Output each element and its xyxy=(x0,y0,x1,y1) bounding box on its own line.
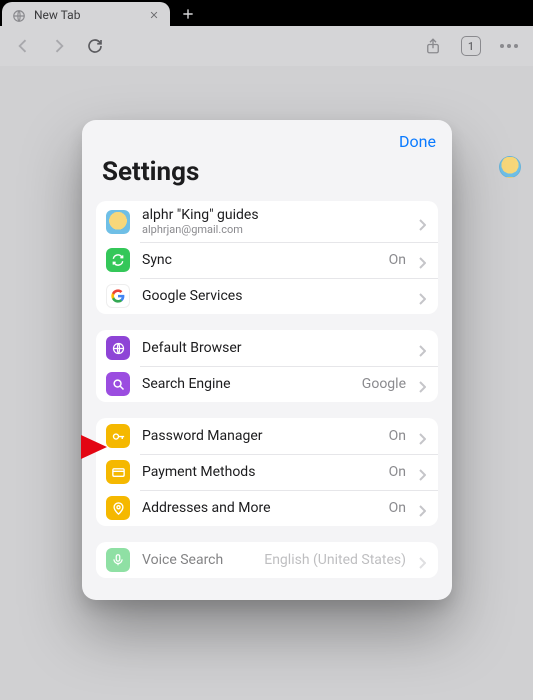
settings-group-more: Voice Search English (United States) xyxy=(96,542,438,578)
tab-title: New Tab xyxy=(34,8,140,22)
row-label: Payment Methods xyxy=(142,464,377,480)
chevron-right-icon xyxy=(418,554,426,566)
profile-avatar-icon xyxy=(106,210,130,234)
google-icon xyxy=(106,284,130,308)
chevron-right-icon xyxy=(418,378,426,390)
row-label: Google Services xyxy=(142,288,406,304)
pin-icon xyxy=(106,496,130,520)
row-label: Voice Search xyxy=(142,552,252,568)
row-google-services[interactable]: Google Services xyxy=(96,278,438,314)
browser-tab-active[interactable]: New Tab xyxy=(2,2,170,28)
back-button[interactable] xyxy=(12,35,34,57)
row-sync[interactable]: Sync On xyxy=(96,242,438,278)
forward-button[interactable] xyxy=(48,35,70,57)
mic-icon xyxy=(106,548,130,572)
row-value: On xyxy=(389,252,406,268)
row-label: Password Manager xyxy=(142,428,377,444)
row-voice-search[interactable]: Voice Search English (United States) xyxy=(96,542,438,578)
browser-tab-strip: New Tab xyxy=(0,0,533,28)
credit-card-icon xyxy=(106,460,130,484)
row-default-browser[interactable]: Default Browser xyxy=(96,330,438,366)
new-tab-button[interactable] xyxy=(176,2,200,26)
done-button[interactable]: Done xyxy=(399,132,436,151)
more-button[interactable] xyxy=(497,34,521,58)
close-icon[interactable] xyxy=(148,9,160,21)
key-icon xyxy=(106,424,130,448)
modal-title: Settings xyxy=(82,151,452,201)
chevron-right-icon xyxy=(418,430,426,442)
row-password-manager[interactable]: Password Manager On xyxy=(96,418,438,454)
row-label: Addresses and More xyxy=(142,500,377,516)
globe-square-icon xyxy=(106,336,130,360)
chevron-right-icon xyxy=(418,342,426,354)
row-label: Sync xyxy=(142,252,377,268)
settings-group-browser: Default Browser Search Engine Google xyxy=(96,330,438,402)
chevron-right-icon xyxy=(418,254,426,266)
browser-toolbar: 1 xyxy=(0,26,533,66)
settings-group-account: alphr "King" guides alphrjan@gmail.com S… xyxy=(96,201,438,314)
globe-icon xyxy=(12,8,26,22)
search-icon xyxy=(106,372,130,396)
row-search-engine[interactable]: Search Engine Google xyxy=(96,366,438,402)
row-value: On xyxy=(389,500,406,516)
modal-header: Done xyxy=(82,120,452,151)
settings-modal: Done Settings alphr "King" guides alphrj… xyxy=(82,120,452,600)
row-value: On xyxy=(389,428,406,444)
sync-icon xyxy=(106,248,130,272)
chevron-right-icon xyxy=(418,290,426,302)
row-value: On xyxy=(389,464,406,480)
share-button[interactable] xyxy=(421,34,445,58)
account-name: alphr "King" guides xyxy=(142,207,406,223)
row-payment-methods[interactable]: Payment Methods On xyxy=(96,454,438,490)
row-value: English (United States) xyxy=(264,552,406,568)
tabs-button[interactable]: 1 xyxy=(459,34,483,58)
row-addresses[interactable]: Addresses and More On xyxy=(96,490,438,526)
reload-button[interactable] xyxy=(84,35,106,57)
chevron-right-icon xyxy=(418,466,426,478)
row-label: Default Browser xyxy=(142,340,406,356)
settings-group-autofill: Password Manager On Payment Methods On A… xyxy=(96,418,438,526)
chevron-right-icon xyxy=(418,216,426,228)
chevron-right-icon xyxy=(418,502,426,514)
settings-groups: alphr "King" guides alphrjan@gmail.com S… xyxy=(82,201,452,600)
profile-avatar-page[interactable] xyxy=(499,156,521,178)
row-account[interactable]: alphr "King" guides alphrjan@gmail.com xyxy=(96,201,438,242)
row-label: Search Engine xyxy=(142,376,350,392)
account-email: alphrjan@gmail.com xyxy=(142,223,406,236)
row-value: Google xyxy=(362,376,406,392)
tabs-count: 1 xyxy=(461,36,481,56)
